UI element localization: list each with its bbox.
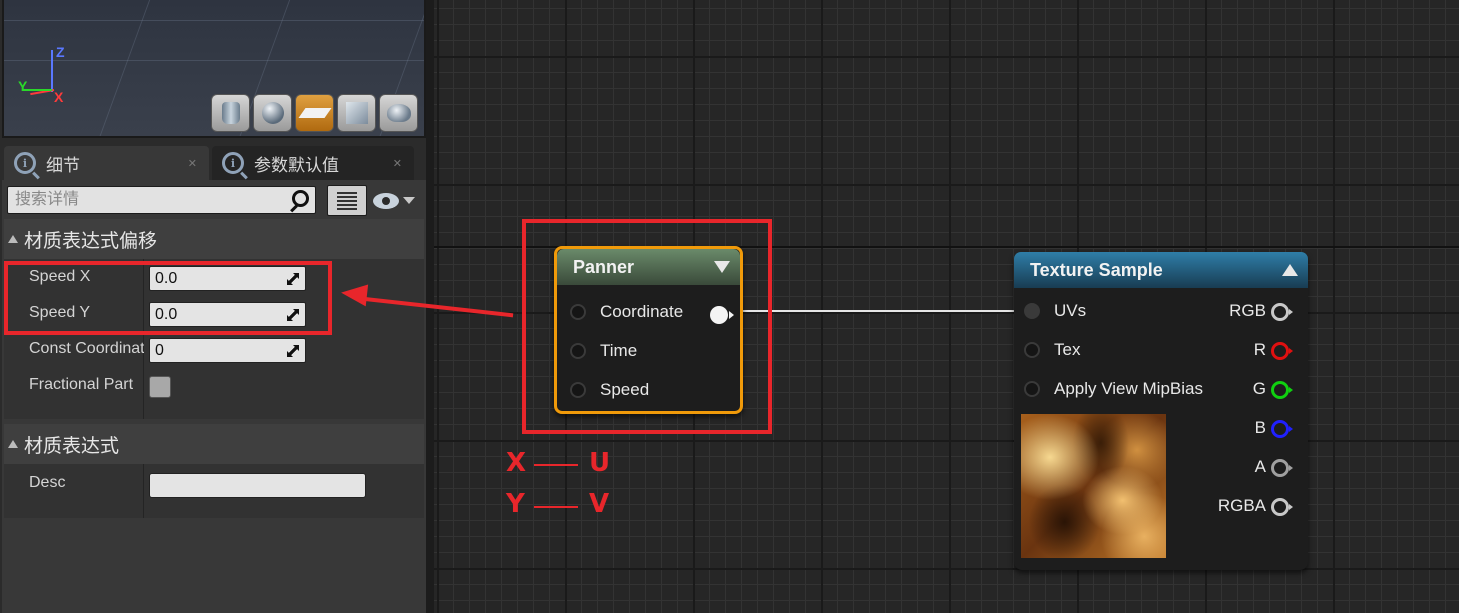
category-title: 材质表达式偏移	[24, 230, 158, 252]
output-pin-a-icon[interactable]	[1271, 459, 1293, 477]
eye-icon[interactable]	[373, 193, 399, 209]
annotation-y: Y	[506, 489, 525, 519]
fractional-part-checkbox[interactable]	[149, 376, 171, 398]
property-matrix-button[interactable]	[327, 185, 367, 216]
details-tab-bar: i 细节 ✕ i 参数默认值 ✕	[0, 142, 426, 180]
output-label-rgba: RGBA	[1217, 496, 1266, 515]
property-label: Fractional Part	[29, 376, 134, 393]
property-label: Desc	[29, 474, 66, 491]
cylinder-icon	[221, 102, 240, 124]
material-preview-viewport[interactable]: Z X Y	[2, 0, 426, 138]
input-pin-icon[interactable]	[1024, 342, 1040, 358]
property-row-const-coordinate: Const Coordinate 0	[4, 334, 424, 368]
property-row-fractional-part: Fractional Part	[4, 370, 424, 404]
viewport-grid-line	[4, 20, 424, 21]
preview-shape-toolbar	[211, 94, 418, 132]
output-pin-g-icon[interactable]	[1271, 381, 1293, 399]
output-pin-b-icon[interactable]	[1271, 420, 1293, 438]
const-coordinate-value: 0	[155, 342, 164, 359]
chevron-up-icon[interactable]	[1282, 264, 1298, 276]
output-label-a: A	[1254, 457, 1266, 476]
search-placeholder: 搜索详情	[15, 191, 80, 208]
list-icon	[337, 191, 357, 210]
category-material-expression-panner[interactable]: 材质表达式偏移	[4, 219, 424, 259]
teapot-icon	[386, 104, 411, 122]
highlight-box	[4, 261, 332, 335]
texture-sample-node-title[interactable]: Texture Sample	[1014, 252, 1308, 288]
sphere-icon	[261, 102, 284, 124]
cube-icon	[345, 102, 368, 124]
magnifier-info-icon: i	[222, 152, 244, 174]
pin-label: Apply View MipBias	[1054, 379, 1203, 398]
input-pin-icon[interactable]	[1024, 381, 1040, 397]
category-title: 材质表达式	[24, 435, 120, 457]
preview-cube-button[interactable]	[337, 94, 376, 132]
pin-label: Tex	[1054, 340, 1081, 359]
search-details-input[interactable]: 搜索详情	[7, 186, 316, 214]
tab-label: 细节	[46, 155, 80, 175]
input-pin-icon[interactable]	[1024, 303, 1040, 319]
z-axis	[51, 50, 53, 92]
details-panel: Z X Y i 细节 ✕ i 参数默认值 ✕ 搜索详情 材质表达式偏移 Spee…	[0, 0, 433, 613]
desc-input[interactable]	[149, 473, 366, 498]
preview-cylinder-button[interactable]	[211, 94, 250, 132]
annotation-connector	[534, 506, 578, 508]
y-axis-label: Y	[18, 78, 28, 94]
texture-sample-node[interactable]: Texture Sample UVs Tex Apply View MipBia…	[1014, 252, 1308, 570]
pin-tex[interactable]: Tex	[1024, 338, 1080, 362]
plane-icon	[297, 108, 332, 118]
chevron-down-icon[interactable]	[403, 197, 415, 204]
output-label-b: B	[1254, 418, 1266, 437]
output-label-r: R	[1253, 340, 1266, 359]
property-row-desc: Desc	[4, 468, 424, 502]
close-icon[interactable]: ✕	[393, 157, 402, 170]
output-pin-rgb-icon[interactable]	[1271, 303, 1293, 321]
preview-teapot-button[interactable]	[379, 94, 418, 132]
z-axis-label: Z	[56, 44, 65, 60]
output-pin-rgba-icon[interactable]	[1271, 498, 1293, 516]
material-graph-canvas[interactable]: Panner Coordinate Time Speed Texture Sam…	[434, 0, 1459, 613]
preview-sphere-button[interactable]	[253, 94, 292, 132]
tab-details[interactable]: i 细节 ✕	[4, 146, 209, 180]
close-icon[interactable]: ✕	[188, 157, 197, 170]
x-axis-label: X	[54, 89, 64, 105]
annotation-u: U	[589, 448, 611, 478]
pin-label: UVs	[1054, 301, 1087, 320]
tab-label: 参数默认值	[254, 155, 339, 175]
output-label-g: G	[1252, 379, 1266, 398]
const-coordinate-input[interactable]: 0	[149, 338, 306, 363]
property-label: Const Coordinate	[29, 340, 144, 357]
collapse-arrow-icon	[8, 235, 18, 243]
viewport-grid-line	[4, 60, 424, 61]
preview-plane-button[interactable]	[295, 94, 334, 132]
highlight-box	[522, 219, 772, 434]
tab-parameter-defaults[interactable]: i 参数默认值 ✕	[212, 146, 414, 180]
magnifier-info-icon: i	[14, 152, 36, 174]
search-icon	[292, 190, 309, 207]
pin-uvs[interactable]: UVs	[1024, 299, 1086, 323]
output-label-rgb: RGB	[1229, 301, 1266, 320]
category-material-expression[interactable]: 材质表达式	[4, 424, 424, 464]
collapse-arrow-icon	[8, 440, 18, 448]
annotation-connector	[534, 464, 578, 466]
output-pin-r-icon[interactable]	[1271, 342, 1293, 360]
node-title-text: Texture Sample	[1030, 259, 1163, 280]
arrow-head-icon	[339, 281, 369, 307]
resize-arrow-icon	[287, 345, 299, 357]
texture-thumbnail	[1021, 414, 1166, 558]
annotation-v: V	[589, 489, 610, 519]
annotation-x: X	[506, 448, 527, 478]
pin-apply-view-mipbias[interactable]: Apply View MipBias	[1024, 377, 1203, 401]
